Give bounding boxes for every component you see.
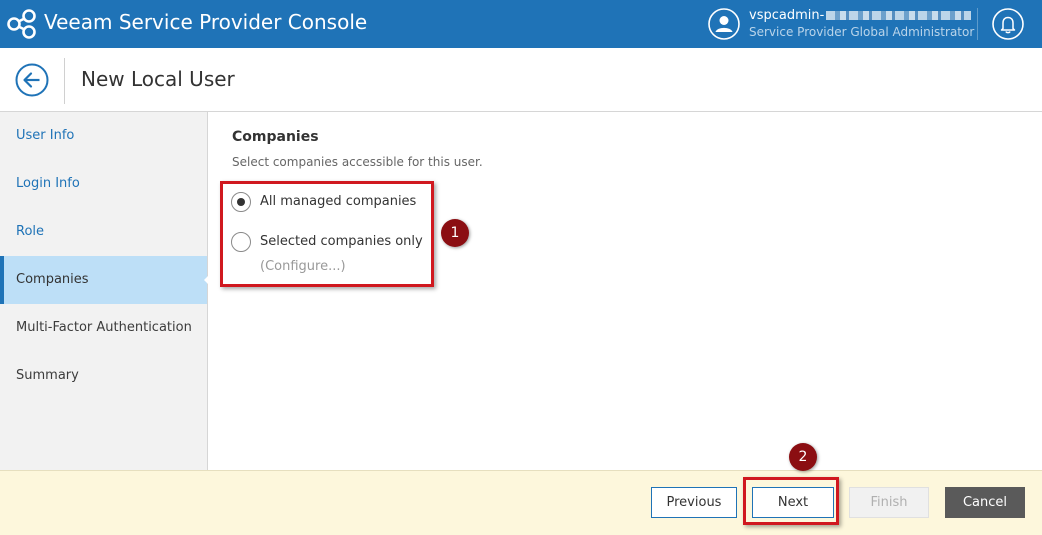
top-bar: Veeam Service Provider Console vspcadmin… (0, 0, 1042, 48)
sidebar-item-user-info[interactable]: User Info (0, 112, 207, 160)
sidebar-item-companies[interactable]: Companies (0, 256, 212, 304)
sidebar-item-label: Companies (16, 272, 89, 287)
sidebar-item-summary: Summary (16, 368, 79, 383)
sidebar-item-login-info[interactable]: Login Info (0, 160, 207, 208)
header-divider (64, 58, 65, 104)
section-description: Select companies accessible for this use… (232, 155, 483, 169)
highlight-box-next-button (743, 477, 839, 525)
wizard-steps-sidebar: User Info Login Info Role Companies Mult… (0, 112, 212, 470)
highlight-box-companies-options (220, 181, 434, 287)
back-arrow-icon[interactable] (15, 63, 49, 97)
redacted-username (826, 11, 972, 20)
user-avatar-icon[interactable] (708, 8, 740, 40)
sidebar-item-role[interactable]: Role (0, 208, 207, 256)
veeam-logo-icon (7, 9, 36, 39)
page-title: New Local User (81, 67, 235, 91)
top-bar-divider (977, 8, 978, 40)
bell-icon[interactable] (992, 8, 1024, 40)
finish-button: Finish (849, 487, 929, 518)
step-marker-1: 1 (441, 219, 469, 247)
page-header: New Local User (0, 48, 1042, 112)
user-name-text: vspcadmin- (749, 8, 825, 23)
sidebar-item-multi-factor-authentication: Multi-Factor Authentication (16, 320, 192, 335)
step-marker-2: 2 (789, 443, 817, 471)
app-title: Veeam Service Provider Console (44, 10, 368, 34)
previous-button[interactable]: Previous (651, 487, 737, 518)
section-title: Companies (232, 129, 319, 145)
cancel-button[interactable]: Cancel (945, 487, 1025, 518)
active-step-pointer (204, 272, 212, 288)
user-name[interactable]: vspcadmin- (749, 8, 972, 23)
user-role: Service Provider Global Administrator (749, 25, 975, 39)
